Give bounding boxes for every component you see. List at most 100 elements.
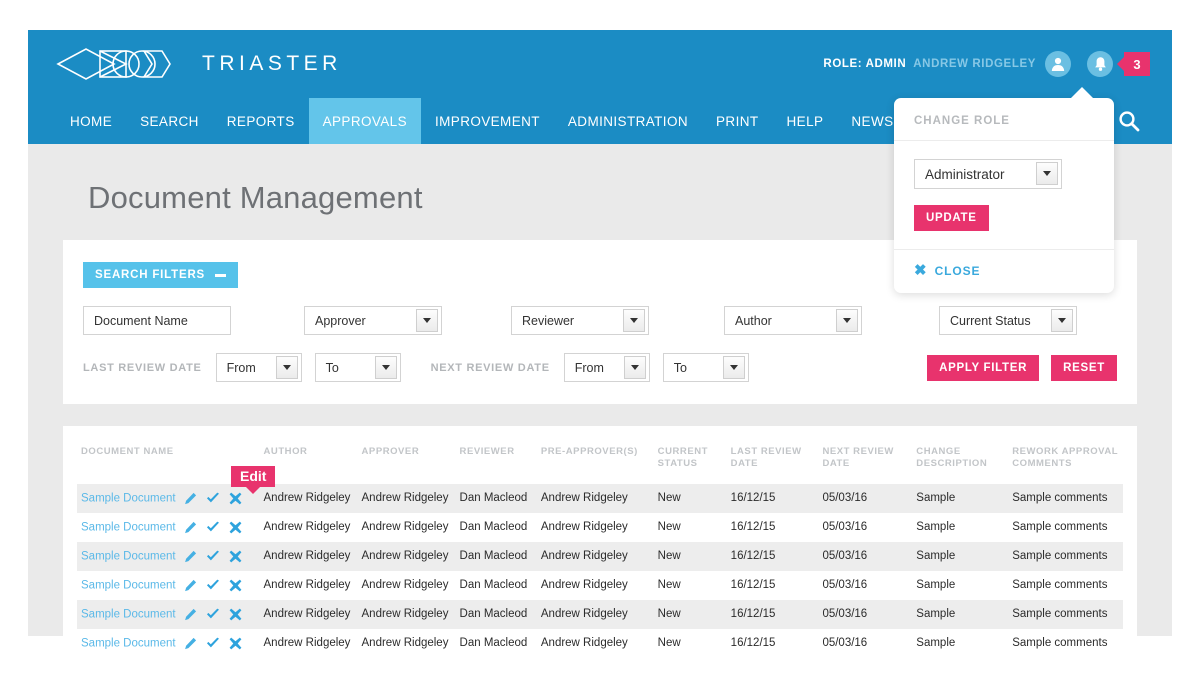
cell-author: Andrew Ridgeley bbox=[263, 492, 351, 505]
last-review-to-select[interactable]: To bbox=[314, 353, 401, 382]
cross-icon[interactable] bbox=[229, 521, 242, 534]
check-icon[interactable] bbox=[206, 550, 220, 563]
nav-item-reports[interactable]: REPORTS bbox=[213, 98, 309, 144]
cell-reviewer: Dan Macleod bbox=[459, 550, 528, 563]
search-filters-toggle[interactable]: SEARCH FILTERS bbox=[83, 262, 239, 288]
table-body: Sample Document Andrew Ridgeley Andrew Rid… bbox=[77, 483, 1123, 658]
cell-author: Andrew Ridgeley bbox=[263, 579, 351, 592]
last-review-to-value: To bbox=[325, 360, 339, 375]
cross-icon[interactable] bbox=[229, 608, 242, 621]
cross-icon[interactable] bbox=[229, 637, 242, 650]
cross-icon[interactable] bbox=[229, 492, 242, 505]
table-row[interactable]: Sample Document Andrew Ridgeley Andrew Rid… bbox=[77, 599, 1123, 629]
bell-icon[interactable] bbox=[1087, 51, 1113, 77]
pencil-icon[interactable] bbox=[184, 579, 197, 592]
search-icon[interactable] bbox=[1118, 98, 1140, 144]
user-name-label: ANDREW RIDGELEY bbox=[913, 58, 1036, 70]
approver-select[interactable]: Approver bbox=[304, 306, 442, 335]
document-link[interactable]: Sample Document bbox=[81, 608, 176, 620]
cell-author: Andrew Ridgeley bbox=[263, 608, 351, 621]
cell-reviewer: Dan Macleod bbox=[459, 637, 528, 650]
nav-item-improvement[interactable]: IMPROVEMENT bbox=[421, 98, 554, 144]
author-select[interactable]: Author bbox=[724, 306, 862, 335]
change-role-footer[interactable]: ✖ CLOSE bbox=[894, 250, 1114, 293]
reviewer-select[interactable]: Reviewer bbox=[511, 306, 649, 335]
nav-item-home[interactable]: HOME bbox=[56, 98, 126, 144]
cell-reviewer: Dan Macleod bbox=[459, 521, 528, 534]
document-link[interactable]: Sample Document bbox=[81, 579, 176, 591]
column-header-change-description[interactable]: CHANGE DESCRIPTION bbox=[912, 446, 1008, 484]
role-select[interactable]: Administrator bbox=[914, 159, 1062, 189]
check-icon[interactable] bbox=[206, 637, 220, 650]
cell-current-status: New bbox=[657, 579, 681, 592]
document-link[interactable]: Sample Document bbox=[81, 492, 176, 504]
column-header-rework-approval-comments[interactable]: REWORK APPROVAL COMMENTS bbox=[1008, 446, 1123, 484]
check-icon[interactable] bbox=[206, 521, 220, 534]
update-role-button[interactable]: UPDATE bbox=[914, 205, 989, 231]
pencil-icon[interactable] bbox=[184, 608, 197, 621]
app-window: TRIASTER ROLE: ADMIN ANDREW RIDGELEY 3 H… bbox=[28, 30, 1172, 684]
last-review-from-select[interactable]: From bbox=[215, 353, 302, 382]
cross-icon[interactable] bbox=[229, 579, 242, 592]
cell-last-review-date: 16/12/15 bbox=[730, 550, 776, 563]
notification-badge[interactable]: 3 bbox=[1124, 52, 1150, 76]
minus-icon bbox=[215, 273, 227, 277]
cell-change-description: Sample bbox=[916, 521, 956, 534]
table-row[interactable]: Sample Document Andrew Ridgeley Andrew Rid… bbox=[77, 541, 1123, 571]
cell-next-review-date: 05/03/16 bbox=[822, 608, 868, 621]
pencil-icon[interactable] bbox=[184, 550, 197, 563]
person-glyph bbox=[1051, 57, 1065, 71]
check-icon[interactable] bbox=[206, 608, 220, 621]
next-review-to-select[interactable]: To bbox=[662, 353, 749, 382]
cell-current-status: New bbox=[657, 521, 681, 534]
reset-button[interactable]: RESET bbox=[1051, 354, 1117, 381]
table-row[interactable]: Sample Document Andrew Ridgeley Andrew Rid… bbox=[77, 483, 1123, 513]
cross-icon[interactable] bbox=[229, 550, 242, 563]
cell-last-review-date: 16/12/15 bbox=[730, 521, 776, 534]
brand-logo[interactable]: TRIASTER bbox=[56, 30, 342, 98]
change-role-body: Administrator UPDATE bbox=[894, 141, 1114, 250]
cell-last-review-date: 16/12/15 bbox=[730, 579, 776, 592]
document-link[interactable]: Sample Document bbox=[81, 637, 176, 649]
table-row[interactable]: Sample Document Andrew Ridgeley Andrew Rid… bbox=[77, 629, 1123, 658]
nav-item-approvals[interactable]: APPROVALS bbox=[308, 98, 421, 144]
document-name-input[interactable]: Document Name bbox=[83, 306, 231, 335]
table-row[interactable]: Sample Document Andrew Ridgeley Andrew Rid… bbox=[77, 571, 1123, 600]
chevron-down-icon bbox=[836, 309, 858, 332]
author-select-value: Author bbox=[735, 313, 772, 328]
document-link[interactable]: Sample Document bbox=[81, 521, 176, 533]
cell-document-name: Sample Document bbox=[77, 484, 260, 513]
current-status-select[interactable]: Current Status bbox=[939, 306, 1077, 335]
cell-change-description: Sample bbox=[916, 579, 956, 592]
documents-table-panel: DOCUMENT NAME AUTHOR APPROVER REVIEWER P… bbox=[63, 426, 1137, 684]
pencil-icon[interactable] bbox=[184, 521, 197, 534]
nav-item-help[interactable]: HELP bbox=[773, 98, 838, 144]
header-user-area: ROLE: ADMIN ANDREW RIDGELEY 3 bbox=[823, 30, 1150, 98]
check-icon[interactable] bbox=[206, 579, 220, 592]
column-header-last-review-date[interactable]: LAST REVIEW DATE bbox=[727, 446, 819, 484]
column-header-pre-approvers[interactable]: PRE-APPROVER(S) bbox=[537, 446, 654, 484]
nav-item-search[interactable]: SEARCH bbox=[126, 98, 213, 144]
role-select-wrap: Administrator bbox=[914, 159, 1062, 189]
next-review-from-select[interactable]: From bbox=[563, 353, 650, 382]
column-header-next-review-date[interactable]: NEXT REVIEW DATE bbox=[818, 446, 912, 484]
pencil-icon[interactable] bbox=[184, 492, 197, 505]
cell-rework-approval-comments: Sample comments bbox=[1012, 550, 1108, 563]
document-link[interactable]: Sample Document bbox=[81, 550, 176, 562]
column-header-current-status[interactable]: CURRENT STATUS bbox=[654, 446, 727, 484]
check-icon[interactable] bbox=[206, 492, 220, 505]
last-review-date-label: LAST REVIEW DATE bbox=[83, 361, 202, 374]
cell-pre-approvers: Andrew Ridgeley bbox=[540, 550, 628, 563]
cell-approver: Andrew Ridgeley bbox=[361, 579, 449, 592]
cell-current-status: New bbox=[657, 550, 681, 563]
column-header-approver[interactable]: APPROVER bbox=[358, 446, 456, 484]
cell-rework-approval-comments: Sample comments bbox=[1012, 637, 1108, 650]
apply-filter-button[interactable]: APPLY FILTER bbox=[927, 354, 1040, 381]
nav-item-print[interactable]: PRINT bbox=[702, 98, 773, 144]
table-row[interactable]: Sample Document Andrew Ridgeley Andrew Rid… bbox=[77, 513, 1123, 542]
cell-approver: Andrew Ridgeley bbox=[361, 608, 449, 621]
person-icon[interactable] bbox=[1045, 51, 1071, 77]
nav-item-administration[interactable]: ADMINISTRATION bbox=[554, 98, 702, 144]
pencil-icon[interactable] bbox=[184, 637, 197, 650]
column-header-reviewer[interactable]: REVIEWER bbox=[456, 446, 537, 484]
